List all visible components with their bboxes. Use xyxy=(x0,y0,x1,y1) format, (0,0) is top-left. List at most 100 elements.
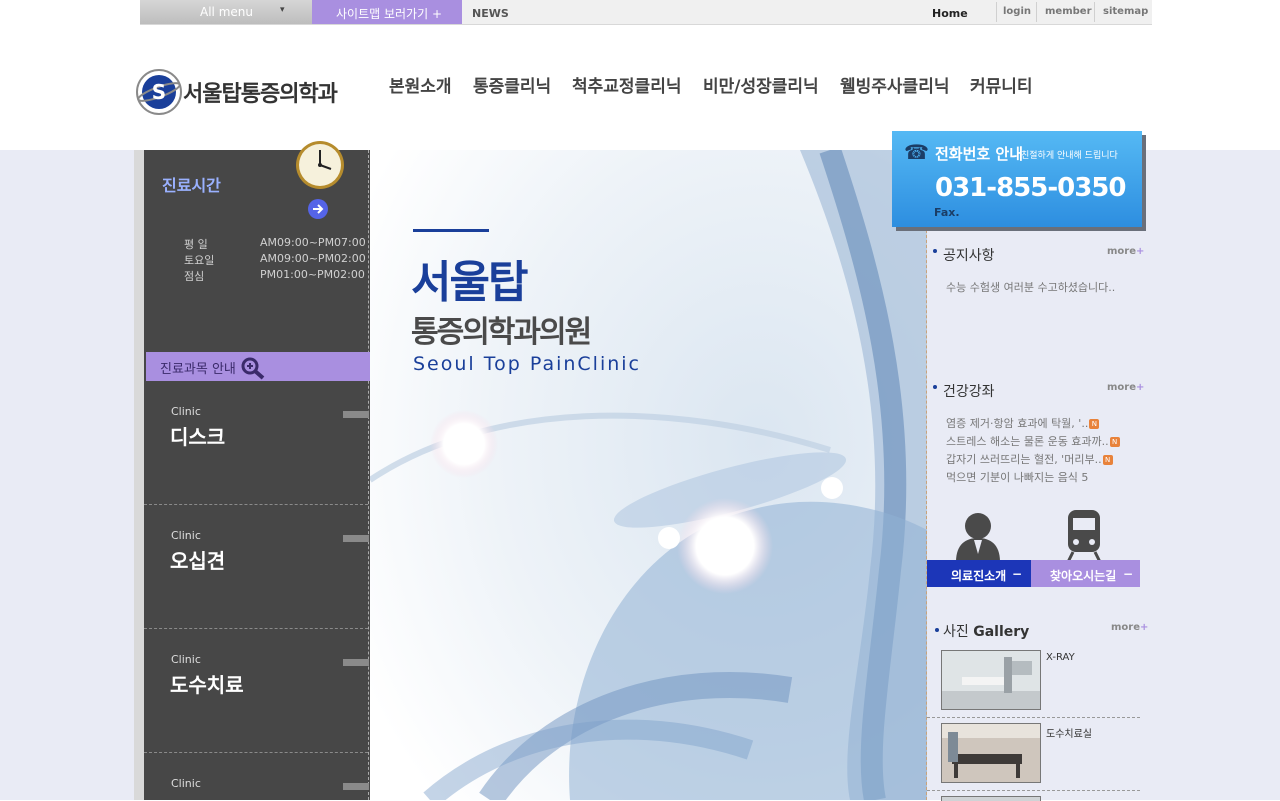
phone-info-box: ☎ 전화번호 안내 친절하게 안내해 드립니다 031-855-0350 Fax… xyxy=(892,131,1142,227)
hours-time: PM01:00~PM02:00 xyxy=(260,268,365,281)
health-item[interactable]: 갑자기 쓰러뜨리는 혈전, '머리부.. N xyxy=(946,451,1113,467)
clock-icon xyxy=(296,141,344,189)
health-item[interactable]: 스트레스 해소는 물론 운동 효과까.. N xyxy=(946,433,1120,449)
clinic-item-bar xyxy=(343,411,369,418)
hours-time: AM09:00~PM02:00 xyxy=(260,252,366,265)
minus-icon: − xyxy=(1123,567,1134,581)
nav-item-spine-clinic[interactable]: 척추교정클리닉 xyxy=(572,72,681,97)
hero-accent-line xyxy=(413,229,489,232)
hours-day: 점심 xyxy=(184,270,205,283)
member-link[interactable]: member xyxy=(1045,6,1092,17)
divider xyxy=(1094,2,1095,22)
notice-title: 공지사항 xyxy=(943,248,995,264)
sitemap-button[interactable]: 사이트맵 보러가기 + xyxy=(312,0,462,24)
clinic-en-label: Clinic xyxy=(171,405,201,418)
clinic-item-bar xyxy=(343,659,369,666)
bullet-icon xyxy=(933,249,937,253)
clinic-item-bar xyxy=(343,783,369,790)
site-logo[interactable]: S 서울탑통증의학과 xyxy=(135,68,375,118)
clinic-ko-label: 오십견 xyxy=(170,549,226,573)
clinic-en-label: Clinic xyxy=(171,529,201,542)
sitemap-link[interactable]: sitemap xyxy=(1103,6,1148,17)
medical-staff-label: 의료진소개 xyxy=(951,569,1007,583)
home-link[interactable]: Home xyxy=(932,7,968,20)
new-badge: N xyxy=(1089,419,1100,429)
gallery-more-link[interactable]: more+ xyxy=(1111,622,1148,633)
gallery-caption: X-RAY xyxy=(1046,652,1075,663)
therapy-room-photo xyxy=(942,724,1040,782)
minus-icon: − xyxy=(1012,567,1023,581)
sitemap-label: 사이트맵 보러가기 + xyxy=(336,7,443,21)
health-more-link[interactable]: more+ xyxy=(1107,382,1144,393)
clinic-en-label: Clinic xyxy=(171,653,201,666)
magnifier-icon[interactable] xyxy=(240,356,266,380)
nav-item-pain-clinic[interactable]: 통증클리닉 xyxy=(473,72,551,97)
clinic-ko-label: 도수치료 xyxy=(170,673,244,697)
logo-text: 서울탑통증의학과 xyxy=(183,82,338,107)
hero-english: Seoul Top PainClinic xyxy=(413,353,641,375)
fax-label: Fax. xyxy=(934,206,960,219)
news-link[interactable]: NEWS xyxy=(472,7,509,20)
left-panel-edge xyxy=(134,150,144,800)
clinic-en-label: Clinic xyxy=(171,777,201,790)
hours-day: 토요일 xyxy=(184,254,215,267)
hero-title: 서울탑 xyxy=(411,257,528,308)
arrow-right-icon[interactable] xyxy=(307,198,329,220)
plus-icon: + xyxy=(1136,382,1145,393)
divider xyxy=(996,2,997,22)
hours-title: 진료시간 xyxy=(162,176,221,195)
divider xyxy=(1036,2,1037,22)
hours-time: AM09:00~PM07:00 xyxy=(260,236,366,249)
health-item-text: 스트레스 해소는 물론 운동 효과까.. xyxy=(946,435,1109,448)
clinic-item-partial[interactable]: Clinic xyxy=(144,753,369,800)
xray-photo xyxy=(942,651,1040,709)
health-item-text: 먹으면 기분이 나빠지는 음식 5 xyxy=(946,471,1089,484)
new-badge: N xyxy=(1102,455,1113,465)
divider xyxy=(926,230,927,800)
clinic-item-bar xyxy=(343,535,369,542)
gallery-title-en: Gallery xyxy=(973,624,1030,640)
hours-day: 평 일 xyxy=(184,238,208,251)
gallery-thumbnail[interactable] xyxy=(941,796,1041,801)
gallery-thumbnail[interactable] xyxy=(941,650,1041,710)
nav-item-community[interactable]: 커뮤니티 xyxy=(970,72,1033,97)
notice-more-link[interactable]: more+ xyxy=(1107,246,1144,257)
logo-letter: S xyxy=(152,80,166,104)
clinic-item-disc[interactable]: Clinic 디스크 xyxy=(144,381,369,505)
clinic-item-manual-therapy[interactable]: Clinic 도수치료 xyxy=(144,629,369,753)
train-icon xyxy=(1066,510,1102,562)
clinic-ko-label: 디스크 xyxy=(170,425,226,449)
health-item[interactable]: 먹으면 기분이 나빠지는 음식 5 xyxy=(946,469,1088,485)
divider xyxy=(927,717,1140,718)
all-menu-label: All menu xyxy=(200,5,253,19)
health-item[interactable]: 염증 제거·항암 효과에 탁월, '.. N xyxy=(946,415,1100,431)
directions-label: 찾아오시는길 xyxy=(1050,569,1117,583)
more-label: more xyxy=(1111,622,1141,633)
more-label: more xyxy=(1107,246,1137,257)
nav-item-wellbeing-clinic[interactable]: 웰빙주사클리닉 xyxy=(840,72,949,97)
bullet-icon xyxy=(933,385,937,389)
new-badge: N xyxy=(1109,437,1120,447)
dropdown-caret-icon: ▾ xyxy=(280,5,285,15)
login-link[interactable]: login xyxy=(1003,6,1031,17)
notice-item[interactable]: 수능 수험생 여러분 수고하셨습니다.. xyxy=(946,279,1115,295)
gallery-thumbnail[interactable] xyxy=(941,723,1041,783)
health-item-text: 염증 제거·항암 효과에 탁월, '.. xyxy=(946,417,1089,430)
more-label: more xyxy=(1107,382,1137,393)
plus-icon: + xyxy=(1136,246,1145,257)
directions-button[interactable]: 찾아오시는길 − xyxy=(1031,560,1140,587)
nav-item-obesity-clinic[interactable]: 비만/성장클리닉 xyxy=(703,72,819,97)
clinic-guide-header: 진료과목 안내 xyxy=(146,352,370,381)
gallery-title: 사진 Gallery xyxy=(943,621,1029,641)
hero-subtitle: 통증의학과의원 xyxy=(411,315,592,350)
phone-title: 전화번호 안내 xyxy=(935,145,1024,163)
phone-icon: ☎ xyxy=(904,140,929,164)
doctor-icon xyxy=(956,513,1000,562)
nav-item-about[interactable]: 본원소개 xyxy=(389,72,452,97)
medical-staff-button[interactable]: 의료진소개 − xyxy=(927,560,1031,587)
clinic-item-frozen-shoulder[interactable]: Clinic 오십견 xyxy=(144,505,369,629)
bullet-icon xyxy=(935,628,939,632)
all-menu-button[interactable]: All menu ▾ xyxy=(140,0,312,24)
plus-icon: + xyxy=(1140,622,1149,633)
clinic-guide-title: 진료과목 안내 xyxy=(160,362,236,377)
